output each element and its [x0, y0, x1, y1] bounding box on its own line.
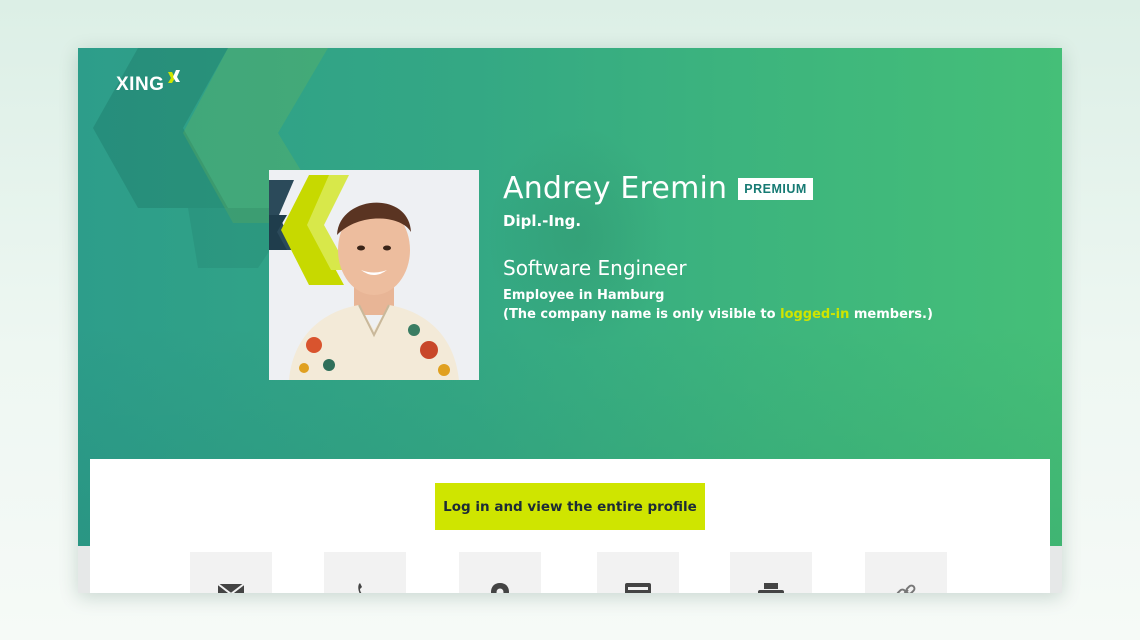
envelope-icon: [217, 583, 245, 593]
employer-line: Employee in Hamburg: [503, 288, 665, 303]
action-card: Log in and view the entire profile: [90, 459, 1050, 593]
phone-tile[interactable]: [324, 552, 406, 593]
print-tile[interactable]: [730, 552, 812, 593]
email-tile[interactable]: [190, 552, 272, 593]
location-pin-icon: [491, 583, 509, 593]
company-visibility-note: (The company name is only visible to log…: [503, 307, 933, 322]
profile-name: Andrey Eremin: [503, 171, 728, 206]
avatar-illustration: [269, 170, 479, 380]
link-tile[interactable]: [865, 552, 947, 593]
login-view-profile-button[interactable]: Log in and view the entire profile: [435, 483, 705, 530]
phone-icon: [358, 583, 362, 593]
printer-icon: [758, 583, 784, 593]
profile-info: Andrey Eremin PREMIUM Dipl.-Ing. Softwar…: [503, 170, 933, 325]
card-icon: [625, 583, 651, 593]
profile-page: XING Andrey Eremin PREMIUM Dipl.-Ing. So…: [78, 48, 1062, 593]
link-icon: [896, 584, 916, 593]
logged-in-link[interactable]: logged-in: [780, 307, 849, 322]
profile-photo: [269, 170, 479, 380]
business-card-tile[interactable]: [597, 552, 679, 593]
xing-x-icon: [168, 70, 181, 83]
job-title: Software Engineer: [503, 256, 687, 280]
academic-degree: Dipl.-Ing.: [503, 212, 582, 230]
logo-text: XING: [116, 74, 165, 95]
premium-badge: PREMIUM: [738, 178, 813, 200]
location-tile[interactable]: [459, 552, 541, 593]
xing-logo[interactable]: XING: [116, 70, 181, 96]
